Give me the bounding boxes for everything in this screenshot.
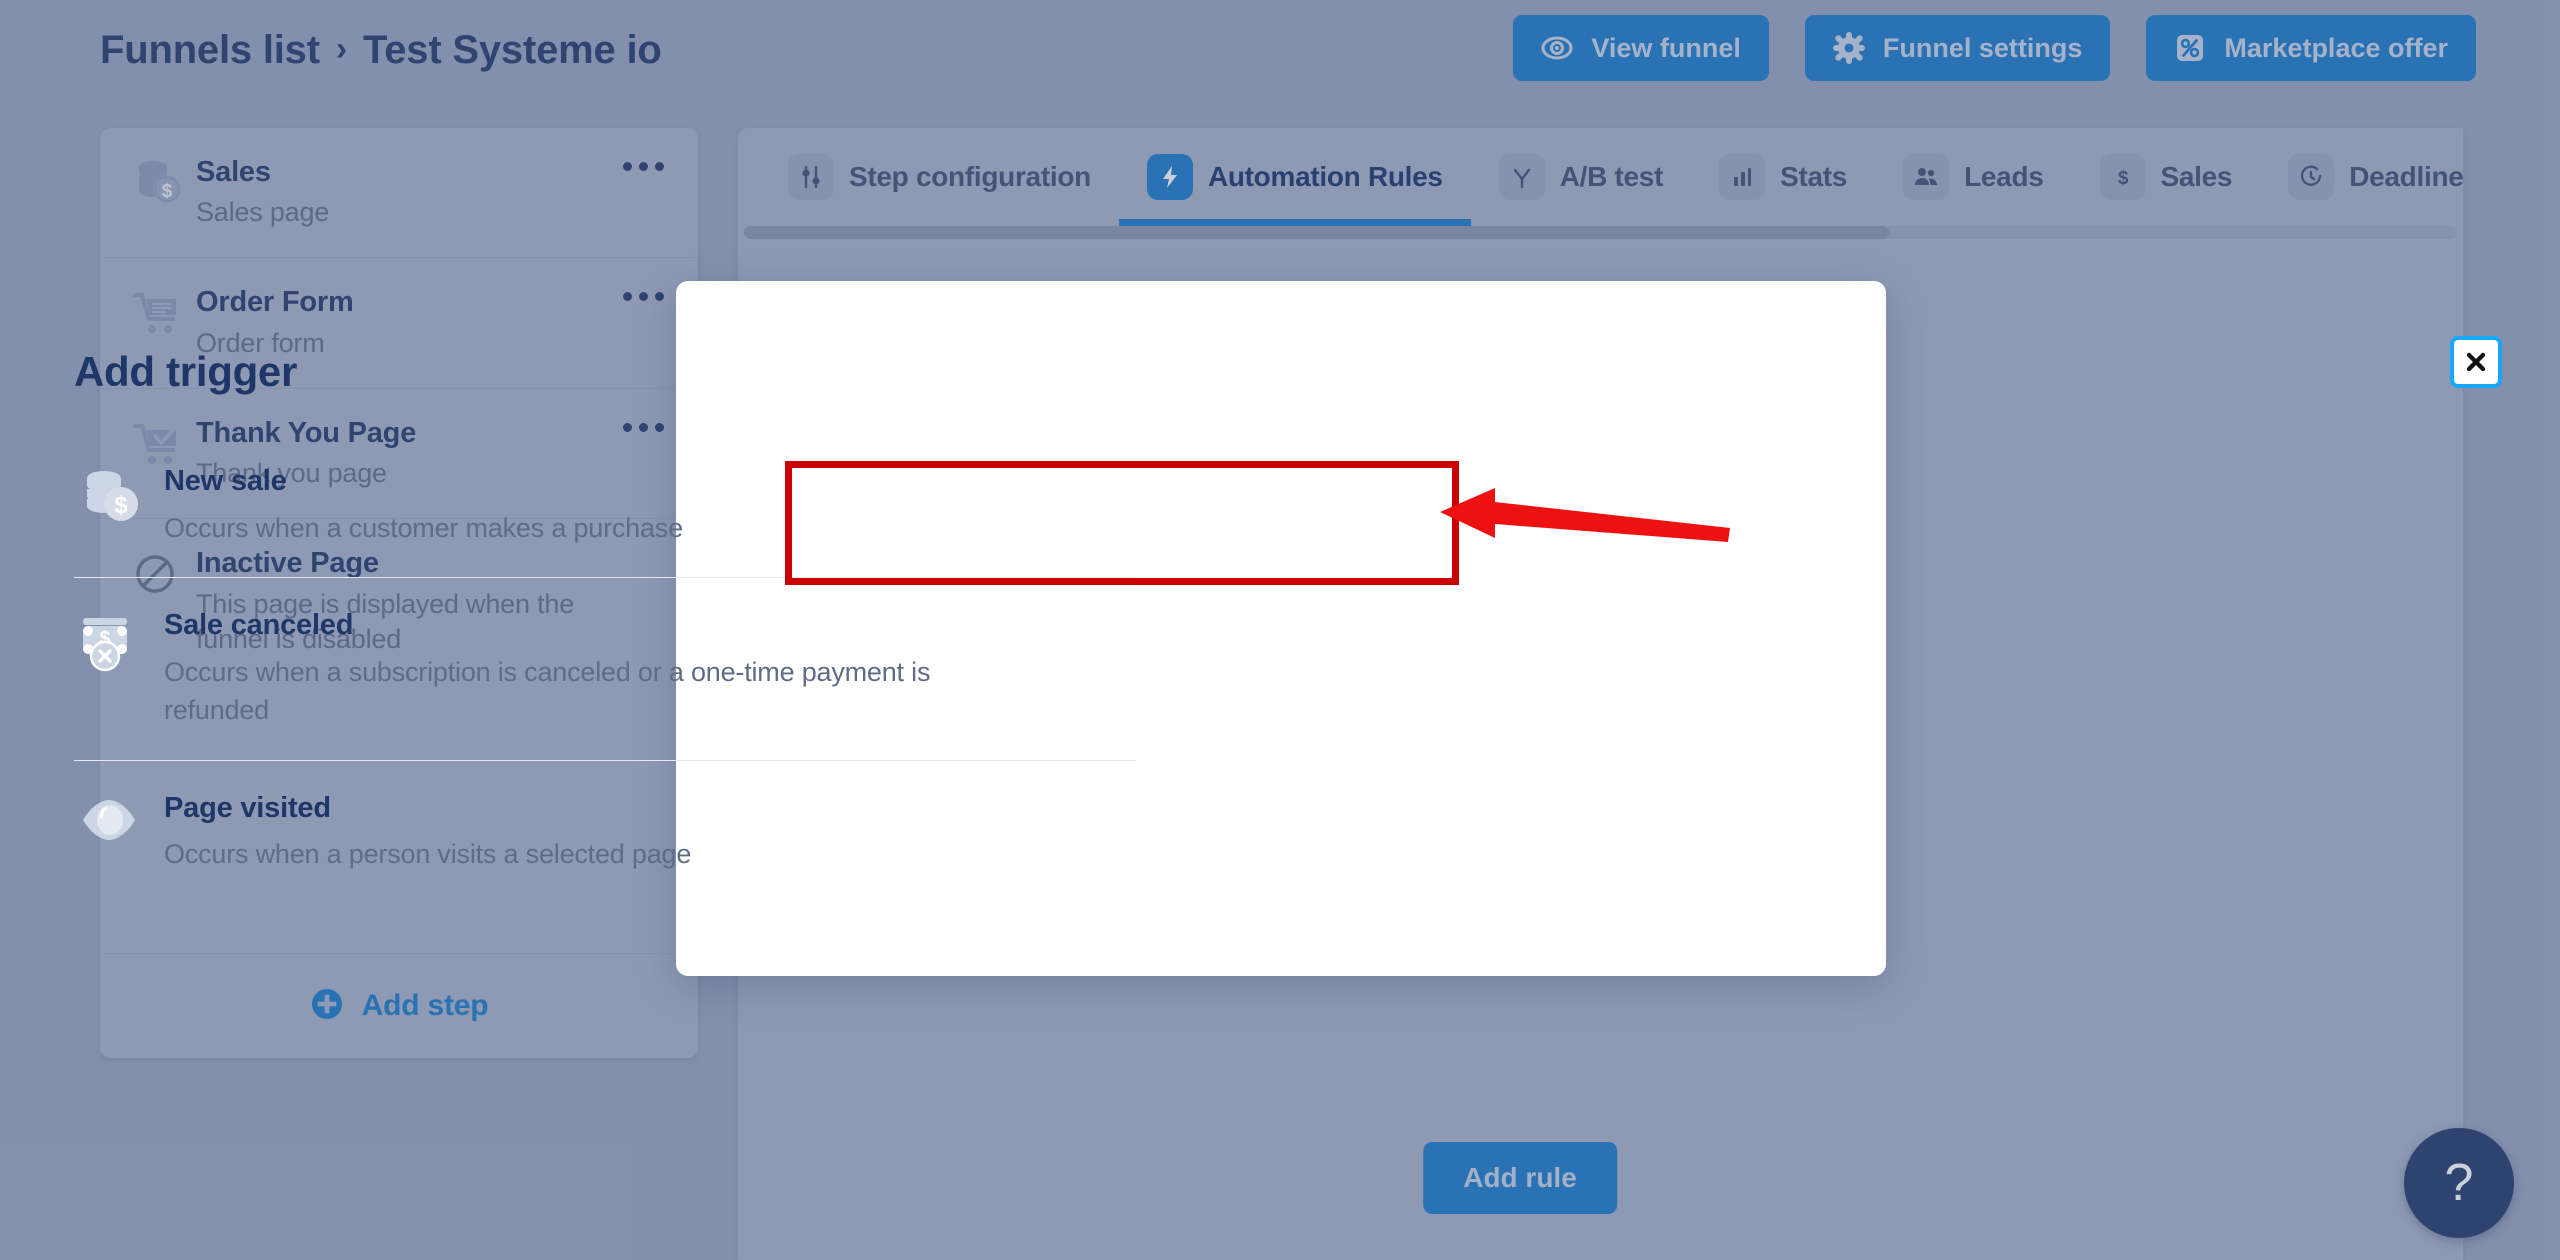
trigger-description: Occurs when a subscription is canceled o… — [164, 656, 931, 726]
svg-text:$: $ — [114, 492, 128, 519]
modal-overlay[interactable]: Add trigger $ New sale Occurs when a cus… — [0, 0, 2560, 1260]
close-icon[interactable] — [2450, 336, 2502, 388]
trigger-options-list: $ New sale Occurs when a customer makes … — [74, 434, 1136, 904]
trigger-description: Occurs when a person visits a selected p… — [164, 839, 692, 870]
trigger-option-new-sale[interactable]: $ New sale Occurs when a customer makes … — [74, 434, 1136, 577]
coins-dollar-icon: $ — [80, 464, 164, 526]
money-cancel-icon: $ — [80, 608, 164, 674]
trigger-option-sale-canceled[interactable]: $ Sale canceled Occurs when a subscripti… — [74, 577, 1136, 759]
eye-icon — [80, 791, 164, 845]
trigger-title: New sale — [164, 465, 287, 497]
trigger-description: Occurs when a customer makes a purchase — [164, 512, 683, 543]
trigger-title: Page visited — [164, 791, 331, 824]
modal-title: Add trigger — [74, 348, 298, 395]
trigger-option-page-visited[interactable]: Page visited Occurs when a person visits… — [74, 759, 1136, 904]
trigger-title: Sale canceled — [164, 609, 354, 642]
